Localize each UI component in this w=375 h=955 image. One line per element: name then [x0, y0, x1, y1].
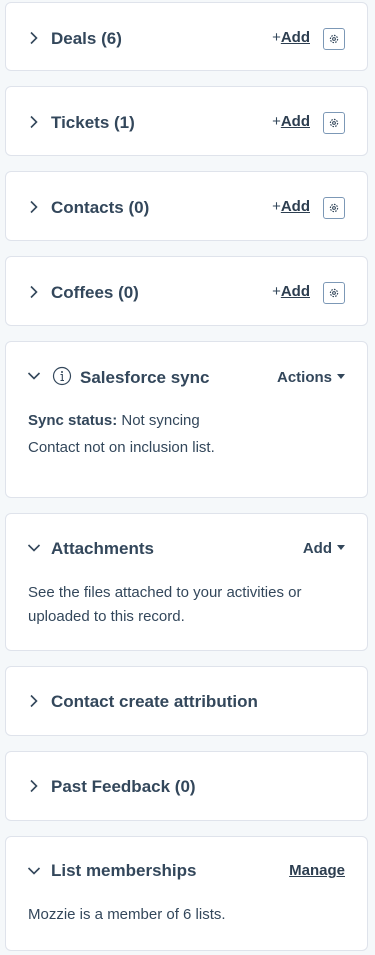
tickets-card: Tickets (1) +Add — [5, 86, 368, 156]
add-label: Add — [280, 283, 310, 300]
info-icon[interactable] — [52, 366, 72, 386]
lists-description: Mozzie is a member of 6 lists. — [28, 906, 226, 923]
feedback-card: Past Feedback (0) — [5, 751, 368, 821]
contacts-settings-button[interactable] — [323, 197, 345, 219]
tickets-settings-button[interactable] — [323, 112, 345, 134]
contacts-header[interactable]: Contacts (0) +Add — [6, 172, 367, 242]
feedback-header[interactable]: Past Feedback (0) — [6, 752, 367, 822]
gear-icon — [328, 202, 340, 214]
chevron-right-icon[interactable] — [26, 778, 42, 794]
coffees-header[interactable]: Coffees (0) +Add — [6, 257, 367, 327]
tickets-header[interactable]: Tickets (1) +Add — [6, 87, 367, 157]
plus-label: + — [272, 198, 281, 215]
attachments-add-label: Add — [302, 540, 332, 557]
contacts-add-link[interactable]: +Add — [272, 198, 310, 215]
chevron-right-icon[interactable] — [26, 693, 42, 709]
chevron-down-icon[interactable] — [26, 368, 42, 384]
sync-status-label: Sync status: — [28, 412, 118, 429]
plus-label: + — [272, 283, 281, 300]
tickets-title: Tickets (1) — [51, 113, 135, 132]
coffees-card: Coffees (0) +Add — [5, 256, 368, 326]
salesforce-title: Salesforce sync — [80, 368, 210, 387]
gear-icon — [328, 287, 340, 299]
actions-label: Actions — [276, 369, 332, 386]
feedback-title: Past Feedback (0) — [51, 777, 196, 796]
attachments-add-dropdown[interactable]: Add — [303, 540, 345, 557]
actions-dropdown[interactable]: Actions — [277, 369, 345, 386]
sync-status-value: Not syncing — [121, 412, 200, 429]
gear-icon — [328, 33, 340, 45]
plus-label: + — [272, 113, 281, 130]
contacts-title: Contacts (0) — [51, 198, 150, 217]
coffees-add-link[interactable]: +Add — [272, 283, 310, 300]
coffees-title: Coffees (0) — [51, 283, 139, 302]
deals-header[interactable]: Deals (6) +Add — [6, 3, 367, 72]
inclusion-note: Contact not on inclusion list. — [28, 439, 215, 456]
deals-title: Deals (6) — [51, 29, 122, 48]
sync-status-line: Sync status: Not syncing — [28, 409, 345, 433]
attachments-card: Attachments Add See the files attached t… — [5, 513, 368, 651]
deals-card: Deals (6) +Add — [5, 2, 368, 71]
add-label: Add — [280, 113, 310, 130]
chevron-right-icon[interactable] — [26, 284, 42, 300]
salesforce-header[interactable]: Salesforce sync Actions — [6, 342, 367, 412]
chevron-down-icon[interactable] — [26, 540, 42, 556]
lists-header[interactable]: List memberships Manage — [6, 837, 367, 907]
chevron-right-icon[interactable] — [26, 114, 42, 130]
attachments-description: See the files attached to your activitie… — [28, 584, 302, 625]
manage-link[interactable]: Manage — [289, 862, 345, 879]
plus-label: + — [272, 29, 281, 46]
deals-add-link[interactable]: +Add — [272, 29, 310, 46]
contacts-card: Contacts (0) +Add — [5, 171, 368, 241]
chevron-down-icon[interactable] — [26, 863, 42, 879]
coffees-settings-button[interactable] — [323, 282, 345, 304]
attachments-header[interactable]: Attachments Add — [6, 514, 367, 584]
attachments-title: Attachments — [51, 539, 154, 558]
attribution-title: Contact create attribution — [51, 692, 258, 711]
tickets-add-link[interactable]: +Add — [272, 113, 310, 130]
add-label: Add — [280, 198, 310, 215]
salesforce-sync-card: Salesforce sync Actions Sync status: Not… — [5, 341, 368, 498]
gear-icon — [328, 117, 340, 129]
lists-title: List memberships — [51, 861, 197, 880]
attribution-card: Contact create attribution — [5, 666, 368, 736]
attribution-header[interactable]: Contact create attribution — [6, 667, 367, 737]
chevron-right-icon[interactable] — [26, 199, 42, 215]
chevron-right-icon[interactable] — [26, 30, 42, 46]
deals-settings-button[interactable] — [323, 28, 345, 50]
caret-down-icon — [337, 373, 345, 379]
caret-down-icon — [337, 544, 345, 550]
add-label: Add — [280, 29, 310, 46]
list-memberships-card: List memberships Manage Mozzie is a memb… — [5, 836, 368, 951]
sidebar-cards: Deals (6) +Add Tickets (1) +Add Contacts… — [0, 0, 375, 955]
